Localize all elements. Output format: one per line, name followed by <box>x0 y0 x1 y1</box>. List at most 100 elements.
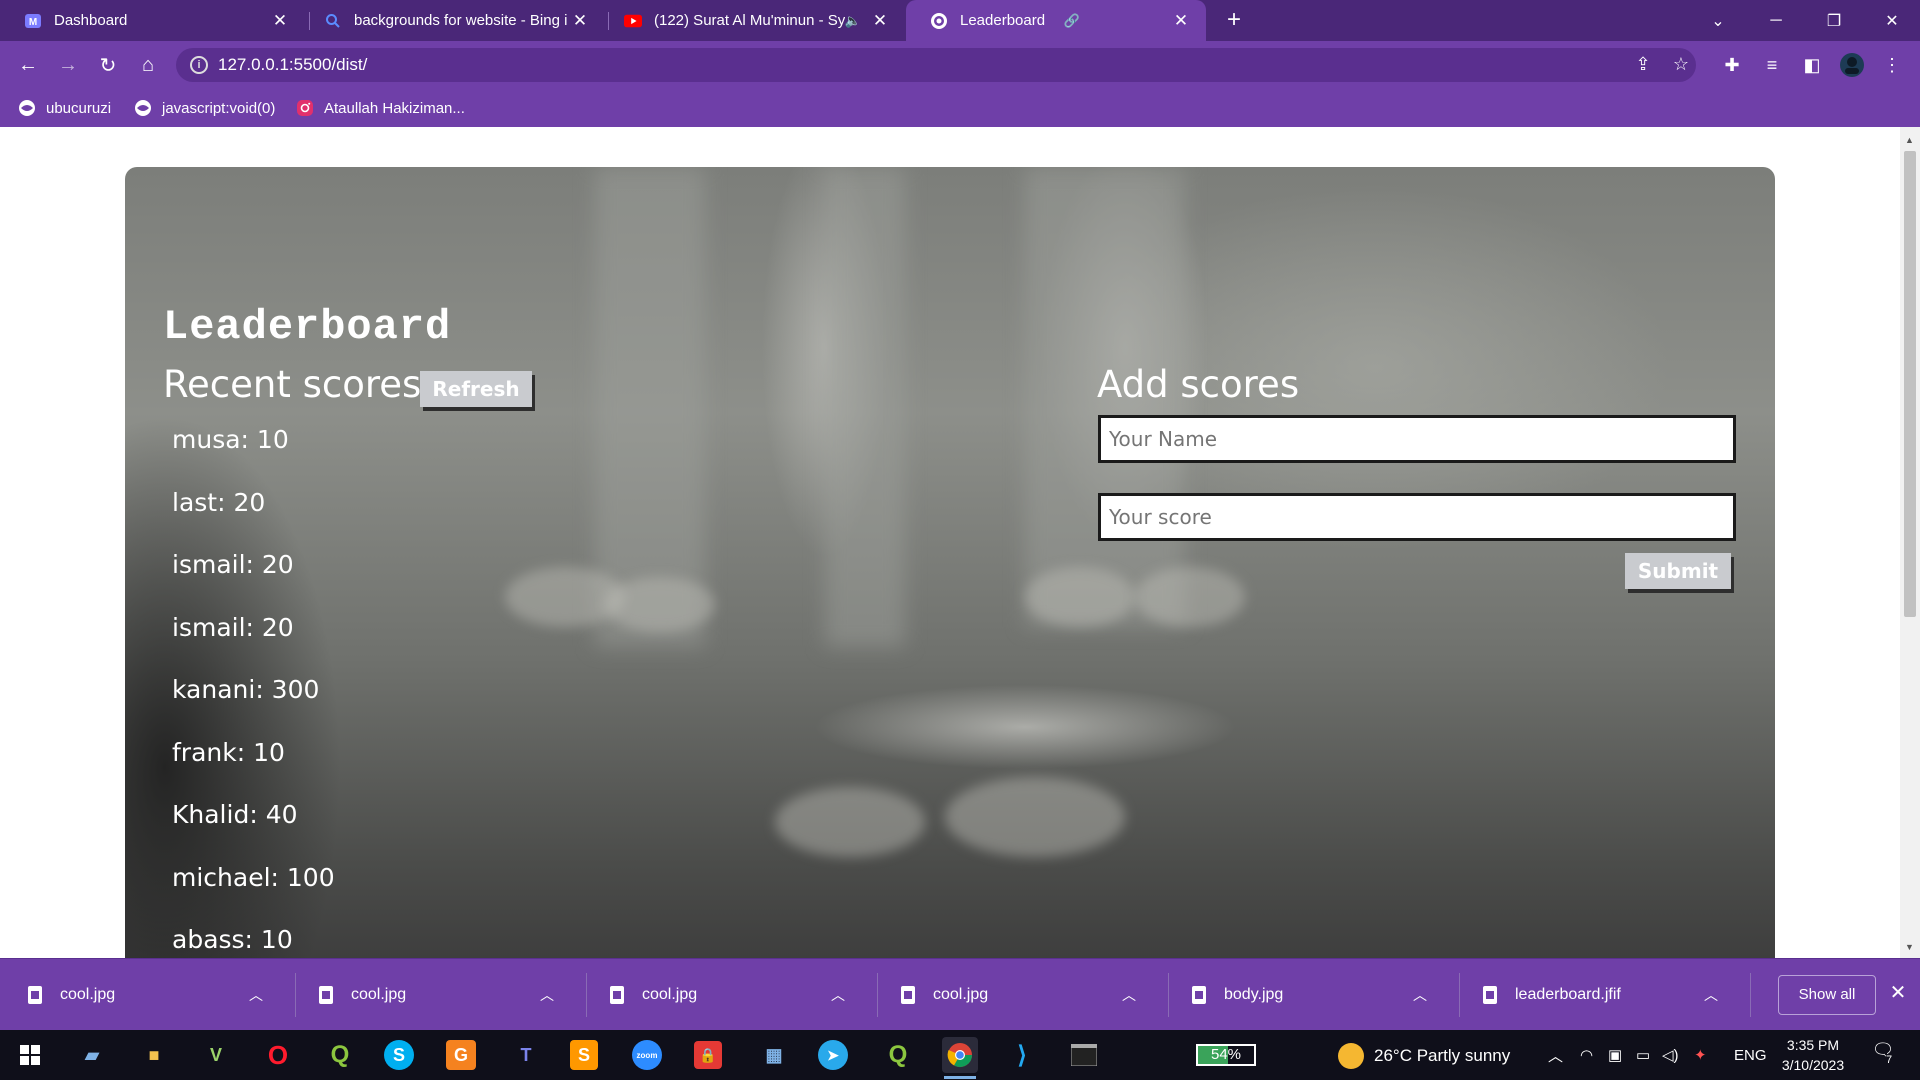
address-bar[interactable]: i 127.0.0.1:5500/dist/ ⇪ ☆ <box>176 48 1696 82</box>
submit-button[interactable]: Submit <box>1625 553 1731 589</box>
download-item[interactable]: cool.jpg ︿ <box>582 959 872 1031</box>
windows-start-icon[interactable] <box>12 1037 48 1073</box>
toolbar: ← → ↻ ⌂ i 127.0.0.1:5500/dist/ ⇪ ☆ ✚ ≡ ◧… <box>0 41 1920 89</box>
app-window-icon[interactable]: ▦ <box>756 1037 792 1073</box>
list-item: abass: 10 <box>172 925 293 954</box>
vscode-icon[interactable]: ⟩ <box>1004 1037 1040 1073</box>
forward-button[interactable]: → <box>54 51 82 79</box>
leaderboard-container: Leaderboard Recent scores Refresh musa: … <box>125 167 1775 958</box>
bookmark-star-icon[interactable]: ☆ <box>1670 54 1692 76</box>
url-text: 127.0.0.1:5500/dist/ <box>218 55 368 74</box>
avatar[interactable] <box>1838 51 1866 79</box>
divider <box>1750 973 1751 1017</box>
telegram-icon[interactable]: ➤ <box>818 1040 848 1070</box>
scrollbar[interactable]: ▲ ▼ <box>1900 127 1920 958</box>
scroll-down-icon[interactable]: ▼ <box>1905 942 1914 952</box>
file-icon <box>1483 986 1497 1004</box>
sublime-text-icon[interactable]: S <box>570 1040 598 1070</box>
chevron-up-icon[interactable]: ︿ <box>1410 985 1430 1005</box>
home-button[interactable]: ⌂ <box>134 51 162 79</box>
speaker-icon[interactable]: 🔈 <box>845 13 861 29</box>
download-item[interactable]: cool.jpg ︿ <box>291 959 581 1031</box>
tab-search-icon[interactable]: ⌄ <box>1690 0 1746 41</box>
window-close-button[interactable]: ✕ <box>1864 0 1920 41</box>
close-icon[interactable]: ✕ <box>569 11 591 31</box>
antivirus-icon[interactable]: ✦ <box>1694 1044 1707 1066</box>
qgis-icon[interactable]: Q <box>880 1037 916 1073</box>
language-indicator[interactable]: ENG <box>1734 1044 1767 1066</box>
tab-title: Dashboard <box>54 12 128 29</box>
extensions-icon[interactable]: ✚ <box>1718 51 1746 79</box>
background-decor <box>945 777 1125 857</box>
download-item[interactable]: cool.jpg ︿ <box>0 959 290 1031</box>
list-item: kanani: 300 <box>172 675 320 704</box>
weather-widget[interactable]: 26°C Partly sunny <box>1338 1043 1510 1069</box>
scroll-up-icon[interactable]: ▲ <box>1905 135 1914 145</box>
recent-scores-heading: Recent scores <box>163 363 422 406</box>
new-tab-button[interactable]: + <box>1220 6 1248 34</box>
share-icon[interactable]: ⇪ <box>1632 54 1654 76</box>
battery-icon[interactable]: ▭ <box>1636 1044 1650 1066</box>
file-icon <box>319 986 333 1004</box>
score-input[interactable] <box>1098 493 1736 541</box>
tab-leaderboard[interactable]: Leaderboard 🔗 ✕ <box>906 0 1206 41</box>
tab-dashboard[interactable]: M Dashboard ✕ <box>0 0 305 41</box>
bookmark-item[interactable]: javascript:void(0) <box>134 97 275 119</box>
name-input[interactable] <box>1098 415 1736 463</box>
skype-icon[interactable]: S <box>384 1040 414 1070</box>
close-icon[interactable]: ✕ <box>869 11 891 31</box>
battery-indicator[interactable]: 54% <box>1196 1044 1256 1066</box>
media-control-icon[interactable]: ≡ <box>1758 51 1786 79</box>
download-item[interactable]: leaderboard.jfif ︿ <box>1455 959 1745 1031</box>
tab-youtube[interactable]: (122) Surat Al Mu'minun - Sy 🔈 ✕ <box>600 0 905 41</box>
lock-icon[interactable]: 🔒 <box>694 1041 722 1069</box>
wifi-icon[interactable]: ◠ <box>1580 1044 1593 1066</box>
reload-button[interactable]: ↻ <box>94 51 122 79</box>
menu-icon[interactable]: ⋮ <box>1878 51 1906 79</box>
qgis-icon[interactable]: Q <box>322 1037 358 1073</box>
list-item: musa: 10 <box>172 425 289 454</box>
system-clock[interactable]: 3:35 PM 3/10/2023 <box>1770 1035 1856 1075</box>
teams-icon[interactable]: T <box>508 1037 544 1073</box>
notification-center-button[interactable]: 🗨 7 <box>1868 1040 1898 1070</box>
chevron-up-icon[interactable]: ︿ <box>246 985 266 1005</box>
back-button[interactable]: ← <box>14 51 42 79</box>
file-icon <box>610 986 624 1004</box>
chevron-up-icon[interactable]: ︿ <box>1701 985 1721 1005</box>
chrome-icon[interactable] <box>942 1037 978 1079</box>
bookmark-label: Ataullah Hakiziman... <box>324 99 465 117</box>
show-all-button[interactable]: Show all <box>1778 975 1876 1015</box>
site-info-icon[interactable]: i <box>190 56 208 74</box>
volume-icon[interactable]: ◁) <box>1662 1044 1679 1066</box>
scrollbar-thumb[interactable] <box>1904 151 1916 617</box>
download-name: body.jpg <box>1224 986 1284 1003</box>
bookmark-item[interactable]: ubucuruzi <box>18 97 111 119</box>
file-explorer-icon[interactable]: ■ <box>136 1037 172 1073</box>
close-icon[interactable]: ✕ <box>1170 11 1192 31</box>
download-item[interactable]: cool.jpg ︿ <box>873 959 1163 1031</box>
chevron-up-icon[interactable]: ︿ <box>828 985 848 1005</box>
chevron-up-icon[interactable]: ︿ <box>1119 985 1139 1005</box>
task-view-icon[interactable]: ▰ <box>74 1037 110 1073</box>
chevron-up-icon[interactable]: ︿ <box>537 985 557 1005</box>
pdf-editor-icon[interactable]: G <box>446 1040 476 1070</box>
background-decor <box>1135 567 1245 627</box>
close-icon[interactable]: ✕ <box>269 11 291 31</box>
show-hidden-icons-button[interactable]: ︿ <box>1548 1044 1563 1066</box>
minimize-button[interactable]: ─ <box>1748 0 1804 41</box>
terminal-icon[interactable] <box>1066 1037 1102 1073</box>
vim-icon[interactable]: V <box>198 1037 234 1073</box>
bookmark-item[interactable]: Ataullah Hakiziman... <box>296 97 465 119</box>
globe-icon <box>930 12 948 30</box>
side-panel-icon[interactable]: ◧ <box>1798 51 1826 79</box>
list-item: frank: 10 <box>172 737 285 767</box>
search-icon <box>324 12 342 30</box>
tab-bing[interactable]: backgrounds for website - Bing i ✕ <box>300 0 605 41</box>
restore-button[interactable]: ❐ <box>1806 0 1862 41</box>
camera-icon[interactable]: ▣ <box>1608 1044 1622 1066</box>
opera-icon[interactable]: O <box>260 1037 296 1073</box>
refresh-button[interactable]: Refresh <box>420 371 532 407</box>
close-icon[interactable]: ✕ <box>1886 981 1910 1005</box>
download-item[interactable]: body.jpg ︿ <box>1164 959 1454 1031</box>
zoom-icon[interactable]: zoom <box>632 1040 662 1070</box>
